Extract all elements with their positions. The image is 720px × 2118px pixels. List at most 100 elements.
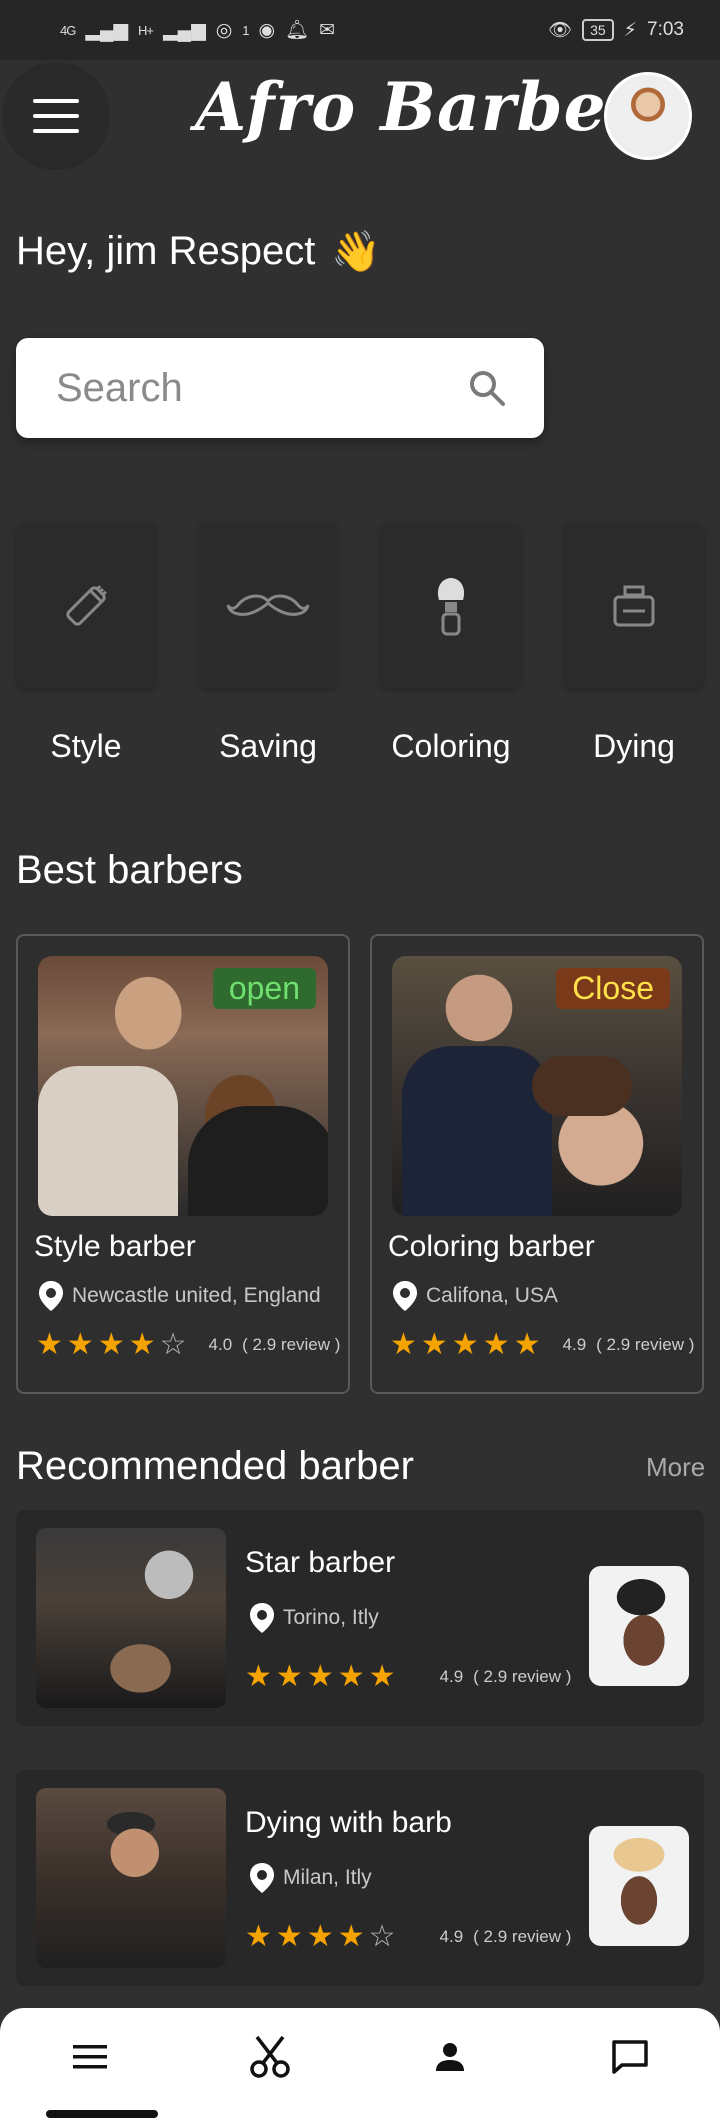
category-tile[interactable]	[564, 523, 704, 688]
star-icon: ★	[390, 1328, 417, 1361]
status-badge: Close	[556, 968, 670, 1009]
nav-messages[interactable]	[594, 2021, 666, 2093]
barber-name: Coloring barber	[388, 1230, 595, 1263]
location-text: Milan, Itly	[283, 1866, 372, 1889]
rating-stars: ★ ★ ★ ★ ☆ 4.9 ( 2.9 review )	[245, 1922, 571, 1952]
barber-figure	[402, 1046, 552, 1216]
scissors-icon	[250, 2035, 290, 2078]
network-type-1: 4G	[60, 22, 76, 38]
review-count: ( 2.9 review )	[473, 1667, 572, 1686]
star-icon: ★	[420, 1328, 448, 1361]
nav-services[interactable]	[234, 2021, 306, 2093]
person-icon	[436, 2043, 464, 2071]
barber-photo: open	[38, 956, 328, 1216]
dye-bottle-icon	[613, 585, 655, 626]
barber-location: Torino, Itly	[249, 1602, 379, 1634]
star-icon: ★	[245, 1660, 272, 1693]
barber-location: Newcastle united, England	[38, 1280, 321, 1312]
greeting-text: Hey, jim Respect	[16, 229, 316, 273]
eye-icon: 👁︎	[547, 20, 573, 41]
rating-stars: ★ ★ ★ ★ ★ 4.9 ( 2.9 review )	[245, 1662, 571, 1692]
barber-location: Califona, USA	[392, 1280, 558, 1312]
recommended-card-dying[interactable]: Dying with barb Milan, Itly ★ ★ ★ ★ ☆ 4.…	[16, 1770, 704, 1986]
status-icons-right: 👁︎ 35 ⚡︎ 7:03	[548, 18, 684, 42]
category-label: Dying	[593, 728, 675, 764]
hamburger-icon	[33, 99, 79, 133]
star-icon: ★	[36, 1328, 63, 1361]
network-type-2: H+	[138, 22, 154, 38]
star-icon: ★	[306, 1920, 334, 1953]
nfc-icon: ◉	[258, 19, 276, 41]
category-label: Coloring	[391, 728, 511, 764]
search-icon[interactable]	[468, 369, 506, 407]
barber-photo: Close	[392, 956, 682, 1216]
category-tile[interactable]	[16, 523, 156, 688]
category-tile[interactable]	[381, 523, 521, 688]
category-coloring[interactable]: Coloring	[381, 523, 521, 765]
top-app-bar: Afro Barber	[0, 60, 720, 175]
more-link[interactable]: More	[646, 1452, 705, 1483]
barber-figure	[38, 1066, 178, 1216]
location-pin-icon	[250, 1603, 274, 1633]
best-barbers-title: Best barbers	[16, 848, 243, 892]
star-icon: ★	[451, 1328, 479, 1361]
category-saving[interactable]: Saving	[198, 523, 338, 765]
location-text: Torino, Itly	[283, 1606, 379, 1629]
customer-cape	[188, 1106, 328, 1216]
status-bar: 4G ▂▄▆ H+ ▂▄▆ ◎ 1 ◉ 🔔︎ ✉ 👁︎ 35 ⚡︎ 7:03	[0, 0, 720, 60]
nav-menu[interactable]	[54, 2021, 126, 2093]
mail-icon: ✉	[319, 19, 336, 41]
nav-profile[interactable]	[414, 2021, 486, 2093]
profile-avatar[interactable]	[604, 72, 692, 160]
location-text: Newcastle united, England	[72, 1284, 321, 1307]
rating-stars: ★ ★ ★ ★ ★ 4.9 ( 2.9 review )	[390, 1330, 694, 1360]
location-pin-icon	[39, 1281, 63, 1311]
location-text: Califona, USA	[426, 1284, 558, 1307]
category-label: Style	[50, 728, 122, 764]
hairstyle-thumbnail	[589, 1566, 689, 1686]
menu-button[interactable]	[2, 62, 110, 170]
star-icon: ★	[337, 1920, 365, 1953]
hotspot-icon: ◎	[215, 19, 233, 41]
customer-hair	[532, 1056, 632, 1116]
status-badge: open	[212, 968, 316, 1009]
star-icon: ★	[482, 1328, 510, 1361]
star-icon: ★	[368, 1660, 396, 1693]
rating-value: 4.9	[439, 1927, 464, 1946]
bell-icon: 🔔︎	[285, 20, 310, 41]
category-label: Saving	[219, 728, 317, 764]
app-title: Afro Barber	[195, 68, 643, 146]
recommended-title: Recommended barber	[16, 1444, 414, 1488]
best-barber-card-style[interactable]: open Style barber Newcastle united, Engl…	[16, 934, 350, 1394]
star-outline-icon: ☆	[159, 1328, 187, 1361]
category-tile[interactable]	[198, 523, 338, 688]
best-barber-card-coloring[interactable]: Close Coloring barber Califona, USA ★ ★ …	[370, 934, 704, 1394]
search-input[interactable]	[56, 365, 416, 411]
star-icon: ★	[513, 1328, 541, 1361]
barber-photo	[36, 1788, 226, 1968]
barber-name: Dying with barb	[245, 1806, 452, 1839]
signal-icon-2: ▂▄▆	[163, 19, 206, 41]
star-icon: ★	[275, 1920, 303, 1953]
barber-name: Style barber	[34, 1230, 196, 1263]
review-count: ( 2.9 review )	[242, 1335, 341, 1354]
barber-name: Star barber	[245, 1546, 396, 1579]
chat-icon	[612, 2040, 648, 2074]
category-style[interactable]: Style	[16, 523, 156, 765]
rating-value: 4.9	[439, 1667, 464, 1686]
star-icon: ★	[245, 1920, 272, 1953]
barber-location: Milan, Itly	[249, 1862, 372, 1894]
star-outline-icon: ☆	[368, 1920, 396, 1953]
recommended-card-star[interactable]: Star barber Torino, Itly ★ ★ ★ ★ ★ 4.9 (…	[16, 1510, 704, 1726]
review-count: ( 2.9 review )	[473, 1927, 572, 1946]
category-dying[interactable]: Dying	[564, 523, 704, 765]
location-pin-icon	[250, 1863, 274, 1893]
rating-value: 4.9	[562, 1335, 587, 1354]
star-icon: ★	[97, 1328, 125, 1361]
star-icon: ★	[128, 1328, 156, 1361]
menu-icon	[73, 2045, 107, 2069]
clock: 7:03	[647, 19, 684, 40]
location-pin-icon	[393, 1281, 417, 1311]
rating-stars: ★ ★ ★ ★ ☆ 4.0 ( 2.9 review )	[36, 1330, 340, 1360]
star-icon: ★	[306, 1660, 334, 1693]
